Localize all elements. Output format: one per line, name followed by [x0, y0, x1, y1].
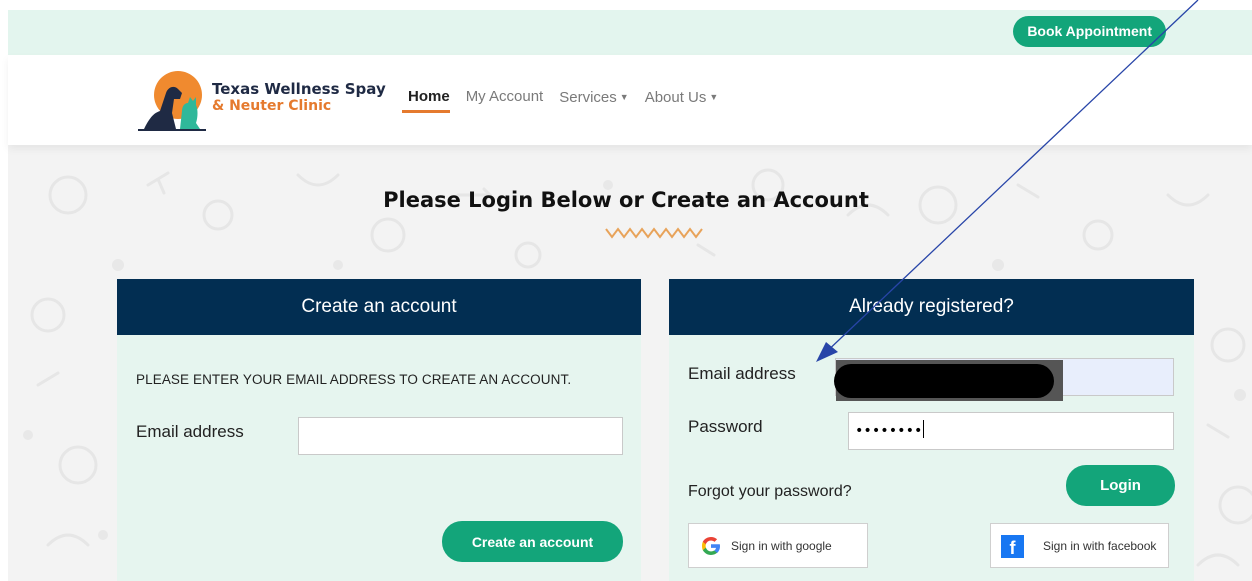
password-label: Password	[688, 417, 763, 436]
password-value: ••••••••	[855, 423, 923, 439]
site-header: Texas Wellness Spay & Neuter Clinic Home…	[8, 55, 1252, 145]
text-cursor	[923, 420, 925, 438]
login-header: Already registered?	[669, 279, 1194, 335]
caret-down-icon: ▼	[619, 92, 629, 102]
nav-home[interactable]: Home	[400, 88, 458, 112]
password-input[interactable]: ••••••••	[848, 412, 1174, 450]
caret-down-icon: ▼	[709, 92, 719, 102]
login-email-label: Email address	[688, 364, 796, 383]
nav-my-account-label: My Account	[465, 88, 544, 105]
brand-name[interactable]: Texas Wellness Spay & Neuter Clinic	[212, 81, 386, 115]
main-nav: Home My Account Services ▼ About Us ▼	[400, 88, 726, 112]
book-appointment-button[interactable]: Book Appointment	[1013, 16, 1166, 47]
login-panel: Already registered? Email address Passwo…	[669, 279, 1194, 581]
nav-home-label: Home	[408, 88, 450, 105]
create-account-header: Create an account	[117, 279, 641, 335]
nav-about-us-label: About Us	[644, 89, 707, 106]
top-bar: Book Appointment	[8, 10, 1252, 55]
google-signin-button[interactable]: Sign in with google	[688, 523, 868, 568]
facebook-signin-button[interactable]: f Sign in with facebook	[990, 523, 1169, 568]
create-account-button[interactable]: Create an account	[442, 521, 623, 562]
google-g-icon	[702, 537, 720, 555]
page-title: Please Login Below or Create an Account	[383, 188, 869, 212]
brand-line-1: Texas Wellness Spay	[212, 80, 386, 98]
brand-line-2: & Neuter Clinic	[212, 98, 332, 114]
facebook-signin-label: Sign in with facebook	[1043, 539, 1157, 553]
create-email-label: Email address	[136, 422, 244, 441]
login-button[interactable]: Login	[1066, 465, 1175, 506]
facebook-f-icon: f	[1001, 535, 1024, 558]
nav-services[interactable]: Services ▼	[551, 88, 636, 112]
create-account-instruction: PLEASE ENTER YOUR EMAIL ADDRESS TO CREAT…	[136, 372, 572, 387]
create-email-input[interactable]	[298, 417, 623, 455]
page: Book Appointment Texas Wellness Spay & N…	[0, 0, 1252, 581]
nav-services-label: Services	[559, 89, 617, 106]
redaction-mark	[834, 364, 1054, 398]
create-account-panel: Create an account PLEASE ENTER YOUR EMAI…	[117, 279, 641, 581]
dog-cat-logo[interactable]	[136, 69, 210, 133]
forgot-password-link[interactable]: Forgot your password?	[688, 483, 852, 501]
nav-active-underline	[402, 110, 450, 113]
nav-about-us[interactable]: About Us ▼	[637, 88, 727, 112]
google-signin-label: Sign in with google	[731, 539, 832, 553]
title-squiggle-decoration	[605, 227, 703, 239]
nav-my-account[interactable]: My Account	[458, 88, 552, 112]
